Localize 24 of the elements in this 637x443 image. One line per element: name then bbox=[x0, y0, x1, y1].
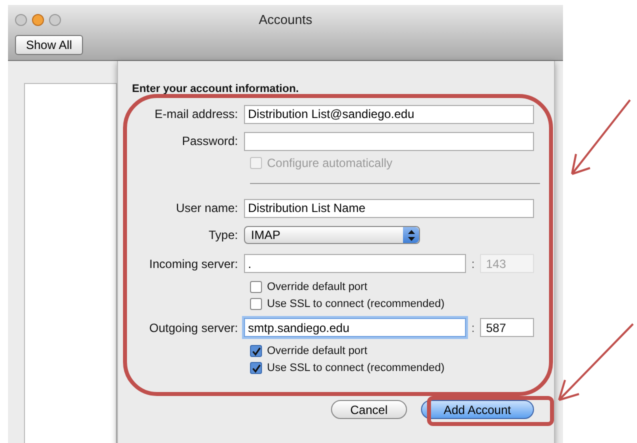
server-field[interactable]: . bbox=[244, 254, 466, 273]
checkbox-label: Override default port bbox=[267, 280, 368, 295]
port-separator: : bbox=[470, 256, 476, 272]
checkbox-label: Override default port bbox=[267, 344, 368, 359]
show-all-button[interactable]: Show All bbox=[15, 35, 84, 55]
field-label: E-mail address: bbox=[154, 106, 239, 123]
checkbox-label: Configure automatically bbox=[267, 155, 392, 172]
window-title: Accounts bbox=[258, 11, 314, 30]
field-label: Outgoing server: bbox=[148, 320, 239, 336]
type-dropdown[interactable]: IMAP bbox=[244, 226, 420, 244]
server-field[interactable]: smtp.sandiego.edu bbox=[244, 318, 466, 337]
field-label: Password: bbox=[180, 133, 239, 150]
port-field[interactable]: 587 bbox=[480, 318, 534, 337]
checkbox-label: Use SSL to connect (recommended) bbox=[267, 296, 445, 312]
add-account-button[interactable]: Add Account bbox=[420, 400, 534, 418]
cancel-button[interactable]: Cancel bbox=[331, 400, 407, 418]
checkbox-label: Use SSL to connect (recommended) bbox=[267, 360, 445, 376]
text-field[interactable]: Distribution List@sandiego.edu bbox=[244, 104, 534, 124]
field-label: Incoming server: bbox=[148, 256, 239, 272]
field-label: Type: bbox=[208, 227, 239, 244]
text-field[interactable]: Distribution List Name bbox=[244, 198, 534, 218]
field-label: User name: bbox=[174, 200, 239, 217]
sheet-heading: Enter your account information. bbox=[132, 82, 300, 97]
port-separator: : bbox=[470, 320, 476, 336]
